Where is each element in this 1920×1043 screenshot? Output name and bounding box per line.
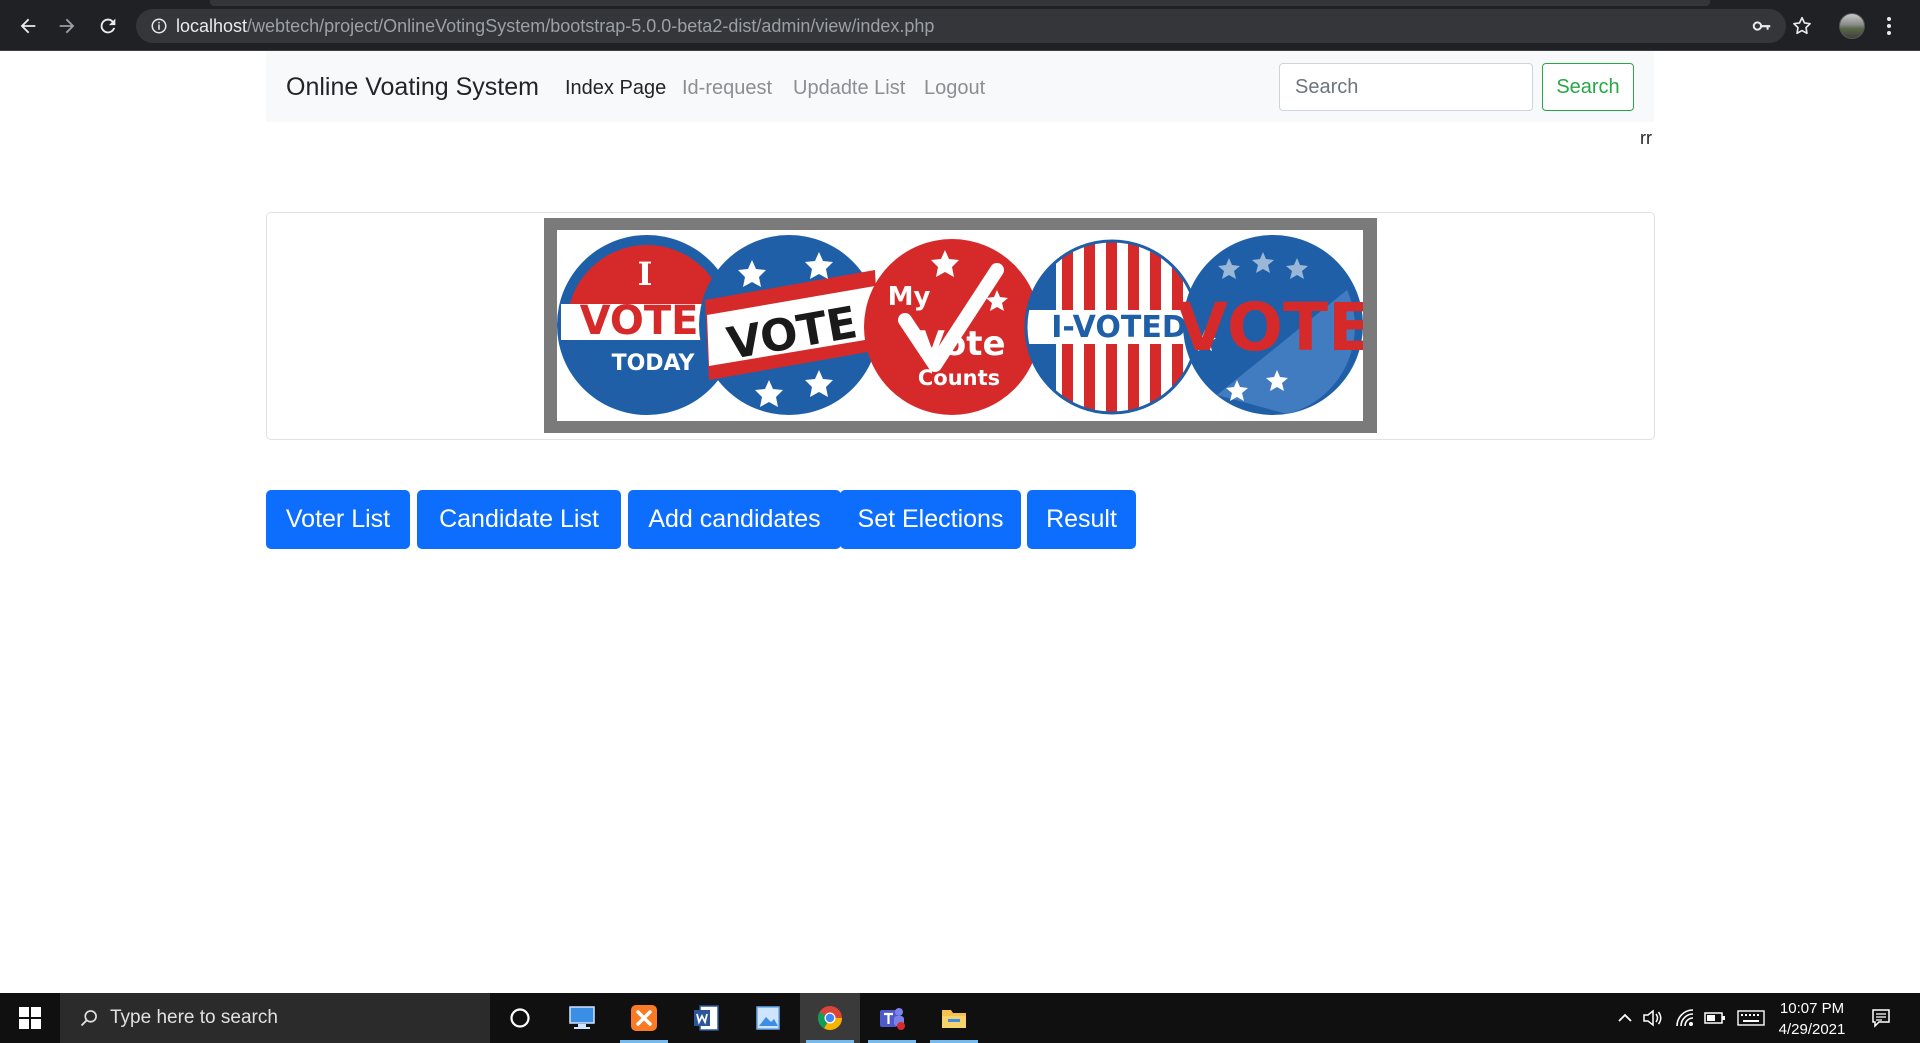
result-button[interactable]: Result — [1027, 490, 1136, 549]
start-button[interactable] — [0, 993, 60, 1043]
badge-3-line-3: Counts — [918, 366, 1000, 390]
taskbar-search-placeholder: Type here to search — [110, 1007, 278, 1028]
browser-toolbar: localhost/webtech/project/OnlineVotingSy… — [0, 0, 1920, 51]
search-button[interactable]: Search — [1542, 63, 1634, 111]
windows-taskbar: Type here to search 10:07 PM 4/29/2021 — [0, 993, 1920, 1043]
nav-link-logout[interactable]: Logout — [924, 77, 985, 100]
browser-menu-icon[interactable] — [1882, 14, 1896, 38]
search-input[interactable] — [1279, 63, 1533, 111]
badge-3-line-2: Vote — [918, 324, 1005, 364]
password-key-icon[interactable] — [1748, 12, 1776, 40]
notification-center-icon[interactable] — [1866, 1003, 1896, 1033]
taskbar-clock[interactable]: 10:07 PM 4/29/2021 — [1760, 998, 1864, 1040]
folder-icon — [942, 1010, 966, 1028]
vote-ribbon-badge: VOTE — [699, 235, 879, 415]
taskbar-app-file-explorer[interactable] — [924, 993, 984, 1043]
taskbar-app-remote-desktop[interactable] — [552, 993, 612, 1043]
forward-arrow-icon — [59, 18, 75, 34]
vote-blue-badge: VOTE — [1177, 235, 1363, 415]
url-text: localhost/webtech/project/OnlineVotingSy… — [176, 16, 934, 37]
word-icon — [694, 1005, 719, 1031]
taskbar-app-xampp[interactable] — [614, 993, 674, 1043]
profile-avatar[interactable] — [1839, 13, 1865, 39]
badge-3-line-1: My — [888, 282, 931, 312]
taskbar-app-word[interactable] — [676, 993, 736, 1043]
network-wifi-icon[interactable] — [1672, 1005, 1698, 1031]
back-arrow-icon — [20, 18, 36, 34]
forward-button[interactable] — [53, 12, 81, 40]
reload-button[interactable] — [94, 12, 122, 40]
chrome-icon — [817, 1006, 842, 1031]
battery-icon[interactable] — [1702, 1005, 1728, 1031]
cortana-button[interactable] — [490, 993, 550, 1043]
bookmark-star-icon[interactable] — [1788, 12, 1816, 40]
taskbar-app-chrome[interactable] — [800, 993, 860, 1043]
logged-in-user: rr — [1640, 128, 1652, 148]
image-viewer-icon — [756, 1006, 780, 1030]
site-navbar: Online Voating System Index Page Id-requ… — [266, 51, 1654, 122]
add-candidates-button[interactable]: Add candidates — [628, 490, 841, 549]
i-voted-badge: I-VOTED — [1024, 239, 1200, 415]
my-vote-counts-badge: My Vote Counts — [864, 239, 1040, 415]
search-icon — [74, 1003, 104, 1033]
show-hidden-icons-chevron-icon[interactable] — [1612, 1005, 1638, 1031]
clock-time: 10:07 PM — [1779, 1000, 1845, 1017]
voter-list-button[interactable]: Voter List — [266, 490, 410, 549]
volume-icon[interactable] — [1640, 1005, 1666, 1031]
vote-badges-illustration: I VOTE TODAY VOTE My Vote Counts I-VOTED… — [557, 235, 1363, 415]
taskbar-app-gallery[interactable] — [738, 993, 798, 1043]
vote-banner-image: I VOTE TODAY VOTE My Vote Counts I-VOTED… — [544, 218, 1377, 433]
nav-link-index-page[interactable]: Index Page — [565, 77, 666, 100]
windows-logo-icon — [19, 1007, 41, 1029]
address-bar[interactable]: localhost/webtech/project/OnlineVotingSy… — [136, 9, 1786, 43]
badge-1-line-1: I — [638, 255, 653, 293]
badge-1-line-2: VOTE — [580, 298, 699, 344]
teams-icon — [880, 1008, 905, 1030]
badge-5-text: VOTE — [1177, 289, 1363, 366]
url-path: /webtech/project/OnlineVotingSystem/boot… — [247, 15, 935, 36]
url-host: localhost — [176, 15, 248, 36]
navbar-brand[interactable]: Online Voating System — [286, 73, 539, 102]
xampp-icon — [631, 1005, 657, 1031]
tab-strip — [210, 0, 1710, 6]
taskbar-search-box[interactable]: Type here to search — [60, 993, 490, 1043]
back-button[interactable] — [14, 12, 42, 40]
cortana-circle-icon — [510, 1008, 530, 1028]
site-info-icon[interactable] — [142, 9, 176, 43]
taskbar-app-teams[interactable] — [862, 993, 922, 1043]
nav-link-update-list[interactable]: Updadte List — [793, 77, 905, 100]
clock-date: 4/29/2021 — [1778, 1021, 1846, 1038]
nav-link-id-request[interactable]: Id-request — [682, 77, 772, 100]
badge-1-line-3: TODAY — [612, 351, 696, 376]
monitor-icon — [569, 1006, 595, 1029]
set-elections-button[interactable]: Set Elections — [840, 490, 1021, 549]
badge-4-text: I-VOTED — [1051, 310, 1186, 345]
candidate-list-button[interactable]: Candidate List — [417, 490, 621, 549]
reload-icon — [100, 18, 116, 34]
